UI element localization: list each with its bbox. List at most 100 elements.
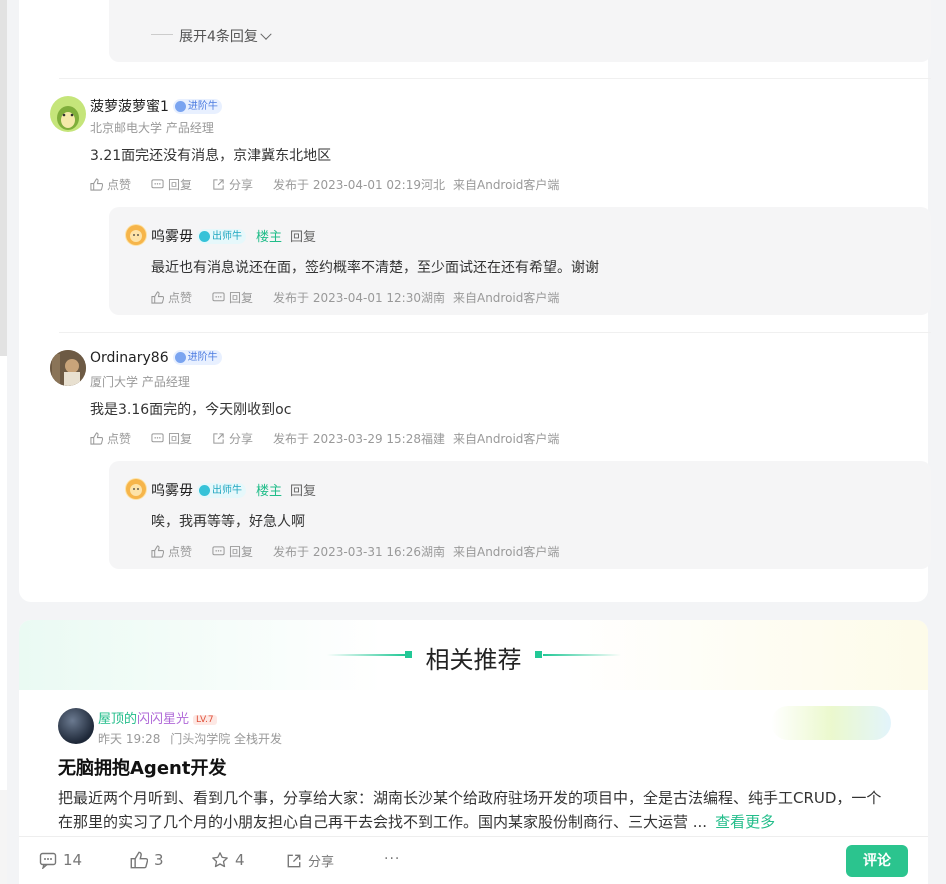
reply-link[interactable]: 回复 [290, 230, 316, 245]
left-edge [0, 0, 7, 884]
reply-link[interactable]: 回复 [290, 484, 316, 499]
post-school: 门头沟学院 全栈开发 [170, 732, 283, 746]
reply-thread: 呜雾毋 出师牛 楼主 回复 唉，我再等等，好急人啊 点赞 回复 发布于 2023-03… [109, 461, 931, 569]
share-icon [213, 179, 224, 190]
post-author[interactable]: 屋顶的闪闪星光 LV.7 [98, 708, 217, 727]
reply-text: 唉，我再等等，好急人啊 [151, 514, 305, 530]
thumb-up-icon [130, 851, 148, 869]
reply-button[interactable]: 回复 [151, 176, 192, 193]
like-label: 点赞 [107, 178, 132, 192]
divider [59, 78, 931, 79]
like-count-button[interactable]: 3 [130, 851, 164, 869]
lion-avatar-icon [126, 479, 146, 499]
photo-avatar-icon [50, 350, 86, 386]
expand-replies-button[interactable]: 展开4条回复 [179, 26, 272, 46]
post-time: 昨天 19:28 [98, 732, 161, 746]
comment-author[interactable]: Ordinary86 进阶牛 [90, 350, 222, 366]
comment-actions: 点赞 回复 分享 发布于 2023-03-29 15:28福建 来自Androi… [90, 430, 567, 447]
share-button[interactable]: 分享 [286, 851, 334, 870]
reply-actions: 点赞 回复 发布于 2023-03-31 16:26湖南 来自Android客户… [151, 543, 567, 560]
avatar[interactable] [125, 224, 147, 246]
reply-label: 回复 [168, 432, 193, 446]
reply-label: 回复 [229, 291, 254, 305]
reply-label: 回复 [168, 178, 193, 192]
comment-text: 3.21面完还没有消息，京津冀东北地区 [90, 148, 332, 164]
edge-panel [0, 356, 7, 790]
like-label: 点赞 [107, 432, 132, 446]
thumb-up-icon [90, 432, 103, 445]
author-org: 厦门大学 产品经理 [90, 375, 190, 389]
avocado-icon [57, 106, 79, 130]
reply-button[interactable]: 回复 [151, 430, 192, 447]
read-more-link[interactable]: 查看更多 [715, 813, 775, 831]
like-label: 点赞 [168, 545, 193, 559]
share-label: 分享 [229, 432, 254, 446]
comment-icon [151, 179, 164, 189]
more-icon: ··· [384, 851, 401, 867]
level-badge: 进阶牛 [172, 99, 222, 114]
client-info: 来自Android客户端 [452, 545, 560, 559]
expand-replies-label: 展开4条回复 [179, 29, 258, 45]
level-badge: LV.7 [193, 715, 217, 725]
username[interactable]: Ordinary86 [90, 350, 169, 366]
avatar[interactable] [58, 708, 94, 744]
author-name-part1[interactable]: 屋顶的 [98, 712, 137, 727]
avatar[interactable] [50, 350, 86, 386]
recommend-heading: 相关推荐 [425, 646, 522, 674]
owner-tag: 楼主 [256, 230, 283, 245]
like-button[interactable]: 点赞 [151, 543, 192, 560]
author-name-part2[interactable]: 闪闪星光 [137, 712, 189, 727]
reply-author[interactable]: 呜雾毋 出师牛 楼主 回复 [151, 480, 316, 500]
favorite-count-button[interactable]: 4 [211, 851, 245, 869]
comment-author[interactable]: 菠萝菠萝蜜1 进阶牛 [90, 96, 222, 116]
avatar[interactable] [125, 478, 147, 500]
reply-author[interactable]: 呜雾毋 出师牛 楼主 回复 [151, 226, 316, 246]
username[interactable]: 菠萝菠萝蜜1 [90, 99, 169, 115]
reply-thread: 呜雾毋 出师牛 楼主 回复 最近也有消息说还在面，签约概率不清楚，至少面试还在还有希望… [109, 207, 931, 315]
post-meta: 昨天 19:28 门头沟学院 全栈开发 [98, 730, 282, 747]
thumb-up-icon [90, 178, 103, 191]
client-info: 来自Android客户端 [453, 432, 560, 446]
reply-button[interactable]: 回复 [212, 289, 253, 306]
share-icon [287, 854, 301, 867]
owner-tag: 楼主 [256, 484, 283, 499]
client-info: 来自Android客户端 [453, 178, 560, 192]
username[interactable]: 呜雾毋 [151, 229, 193, 245]
level-badge: 进阶牛 [172, 350, 222, 365]
share-button[interactable]: 分享 [212, 430, 253, 447]
username[interactable]: 呜雾毋 [151, 483, 193, 499]
comment-text: 我是3.16面完的，今天刚收到oc [90, 402, 292, 418]
share-button[interactable]: 分享 [212, 176, 253, 193]
comment-icon [212, 292, 225, 302]
post-excerpt: 把最近两个月听到、看到几个事，分享给大家：湖南长沙某个给政府驻场开发的项目中，全… [58, 786, 894, 834]
avatar[interactable] [50, 96, 86, 132]
thumb-up-icon [151, 291, 164, 304]
favorite-count: 4 [235, 851, 245, 869]
post-title[interactable]: 无脑拥抱Agent开发 [58, 754, 226, 780]
heading-dot-right [535, 651, 542, 658]
divider-line [151, 34, 173, 35]
level-badge: 出师牛 [197, 229, 246, 244]
like-button[interactable]: 点赞 [151, 289, 192, 306]
level-badge: 出师牛 [197, 483, 246, 498]
like-button[interactable]: 点赞 [90, 430, 131, 447]
scrollbar[interactable] [0, 0, 7, 356]
bottom-action-bar: 14 3 4 分享 ··· 评论 [19, 836, 928, 884]
chevron-down-icon [260, 28, 272, 40]
comment-actions: 点赞 回复 分享 发布于 2023-04-01 02:19河北 来自Androi… [90, 176, 567, 193]
share-label: 分享 [308, 855, 335, 870]
comments-card: 展开4条回复 菠萝菠萝蜜1 进阶牛 北京邮电大学 产品经理 3.21面完还没有消息… [19, 0, 931, 602]
more-options-button[interactable]: ··· [384, 851, 400, 867]
comments-count-button[interactable]: 14 [39, 851, 82, 869]
comment-icon [212, 546, 225, 556]
divider [59, 332, 931, 333]
comment-button[interactable]: 评论 [846, 845, 908, 877]
thumb-up-icon [151, 545, 164, 558]
like-button[interactable]: 点赞 [90, 176, 131, 193]
publish-info: 发布于 2023-04-01 12:30湖南 [273, 291, 445, 305]
publish-info: 发布于 2023-03-31 16:26湖南 [273, 545, 445, 559]
reply-text: 最近也有消息说还在面，签约概率不清楚，至少面试还在还有希望。谢谢 [151, 260, 599, 276]
comment-icon [151, 433, 164, 443]
client-info: 来自Android客户端 [452, 291, 560, 305]
reply-button[interactable]: 回复 [212, 543, 253, 560]
